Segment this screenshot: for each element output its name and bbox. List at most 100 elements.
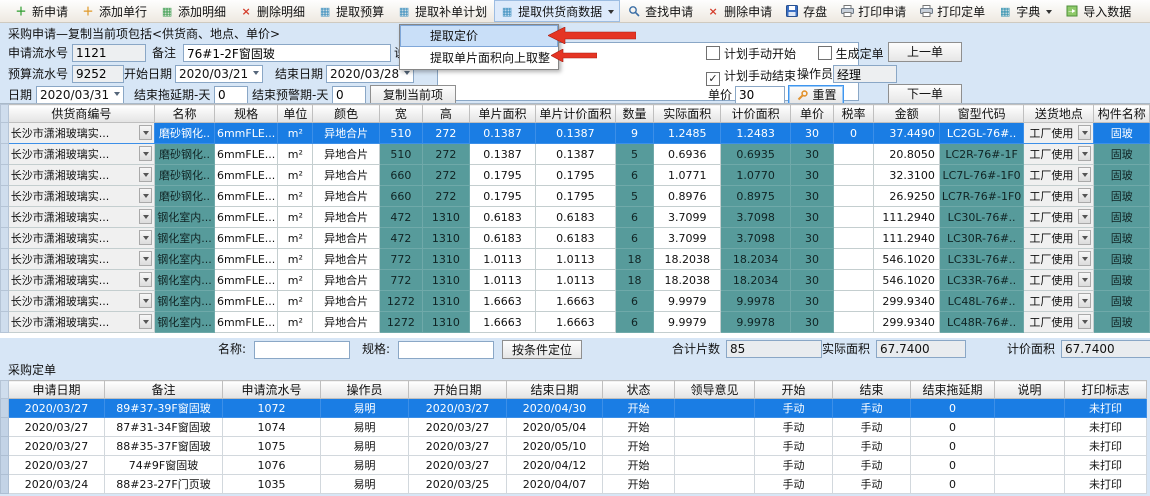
grid-cell[interactable]: 6mmFLE... — [214, 186, 277, 207]
column-header[interactable]: 金额 — [874, 105, 939, 123]
grid-cell[interactable]: 660 — [379, 186, 422, 207]
dictionary-button[interactable]: ▦字典 — [992, 0, 1058, 22]
grid-cell[interactable]: 2020/03/27 — [409, 399, 507, 418]
delete-request-button[interactable]: ×删除申请 — [700, 0, 778, 22]
grid-cell[interactable]: 长沙市潇湘玻璃实... — [8, 291, 154, 312]
grid-cell[interactable]: 26.9250 — [874, 186, 939, 207]
grid-cell[interactable]: 1.2483 — [721, 123, 791, 144]
grid-cell[interactable]: 1.0771 — [654, 165, 721, 186]
grid-cell[interactable]: 6mmFLE... — [214, 123, 277, 144]
table-row[interactable]: 长沙市潇湘玻璃实...钢化室内...6mmFLE...m²异地合片4721310… — [1, 207, 1150, 228]
grid-cell[interactable]: 772 — [379, 270, 422, 291]
grid-cell[interactable] — [675, 475, 755, 494]
request-no-field[interactable] — [72, 44, 146, 62]
grid-cell[interactable]: 472 — [379, 228, 422, 249]
row-selector-gutter[interactable] — [1, 228, 9, 249]
grid-cell[interactable]: 5 — [615, 144, 654, 165]
grid-cell[interactable]: m² — [278, 291, 313, 312]
grid-cell[interactable]: 18 — [615, 249, 654, 270]
grid-cell[interactable]: 1310 — [422, 228, 469, 249]
grid-cell[interactable]: 钢化室内... — [155, 291, 215, 312]
grid-cell[interactable]: 工厂使用 — [1024, 228, 1094, 249]
grid-cell[interactable]: 6mmFLE... — [214, 228, 277, 249]
grid-cell[interactable]: 固玻 — [1094, 144, 1150, 165]
grid-cell[interactable]: 0 — [911, 456, 995, 475]
grid-cell[interactable] — [675, 456, 755, 475]
grid-cell[interactable]: 6mmFLE... — [214, 270, 277, 291]
grid-cell[interactable]: 3.7098 — [721, 228, 791, 249]
grid-cell[interactable]: 6mmFLE... — [214, 291, 277, 312]
grid-cell[interactable]: 2020/03/27 — [9, 418, 105, 437]
add-detail-button[interactable]: ▦添加明细 — [154, 0, 232, 22]
grid-cell[interactable]: 6mmFLE... — [214, 144, 277, 165]
grid-cell[interactable]: 30 — [791, 123, 833, 144]
grid-cell[interactable]: 30 — [791, 249, 833, 270]
grid-cell[interactable]: 30 — [791, 186, 833, 207]
grid-cell[interactable]: 472 — [379, 207, 422, 228]
grid-cell[interactable]: 手动 — [833, 399, 911, 418]
grid-cell[interactable]: 272 — [422, 165, 469, 186]
grid-cell[interactable]: 长沙市潇湘玻璃实... — [8, 249, 154, 270]
grid-cell[interactable]: LC7L-76#-1F0 — [939, 165, 1023, 186]
grid-cell[interactable]: 18.2034 — [721, 249, 791, 270]
grid-cell[interactable]: 2020/03/27 — [9, 437, 105, 456]
grid-cell[interactable]: 0.1795 — [536, 186, 615, 207]
chevron-down-icon[interactable] — [139, 188, 152, 203]
start-date-picker[interactable]: 2020/03/21 — [175, 65, 263, 83]
grid-cell[interactable]: 1310 — [422, 270, 469, 291]
grid-cell[interactable]: 2020/03/27 — [409, 418, 507, 437]
column-header[interactable]: 备注 — [105, 381, 223, 399]
grid-cell[interactable]: 0.8975 — [721, 186, 791, 207]
grid-cell[interactable] — [995, 399, 1065, 418]
grid-cell[interactable]: 未打印 — [1065, 399, 1147, 418]
grid-cell[interactable]: 长沙市潇湘玻璃实... — [8, 165, 154, 186]
grid-cell[interactable]: 异地合片 — [313, 207, 379, 228]
row-selector-gutter[interactable] — [1, 270, 9, 291]
grid-cell[interactable]: 9.9978 — [721, 312, 791, 333]
chevron-down-icon[interactable] — [1078, 188, 1091, 203]
grid-cell[interactable]: 88#23-27F门页玻 — [105, 475, 223, 494]
grid-cell[interactable]: 开始 — [603, 399, 675, 418]
grid-cell[interactable]: 固玻 — [1094, 270, 1150, 291]
grid-cell[interactable]: 异地合片 — [313, 312, 379, 333]
column-header[interactable]: 单片计价面积 — [536, 105, 615, 123]
grid-cell[interactable]: LC2GL-76#.. — [939, 123, 1023, 144]
find-request-button[interactable]: 查找申请 — [621, 0, 699, 22]
add-row-button[interactable]: ＋添加单行 — [75, 0, 153, 22]
row-selector-gutter[interactable] — [1, 186, 9, 207]
grid-cell[interactable]: 长沙市潇湘玻璃实... — [8, 228, 154, 249]
grid-cell[interactable]: 易明 — [321, 456, 409, 475]
grid-cell[interactable]: 异地合片 — [313, 144, 379, 165]
grid-cell[interactable]: 手动 — [833, 456, 911, 475]
grid-cell[interactable] — [995, 456, 1065, 475]
grid-cell[interactable] — [995, 475, 1065, 494]
grid-cell[interactable]: 6 — [615, 228, 654, 249]
grid-cell[interactable]: 固玻 — [1094, 165, 1150, 186]
grid-cell[interactable]: 2020/03/25 — [409, 475, 507, 494]
grid-cell[interactable]: 2020/05/04 — [507, 418, 603, 437]
grid-cell[interactable]: 18.2034 — [721, 270, 791, 291]
grid-cell[interactable]: 772 — [379, 249, 422, 270]
column-header[interactable]: 开始日期 — [409, 381, 507, 399]
column-header[interactable]: 结束日期 — [507, 381, 603, 399]
grid-cell[interactable]: 工厂使用 — [1024, 207, 1094, 228]
table-row[interactable]: 长沙市潇湘玻璃实...磨砂钢化..6mmFLE...m²异地合片5102720.… — [1, 123, 1150, 144]
grid-cell[interactable]: 长沙市潇湘玻璃实... — [8, 186, 154, 207]
copy-current-button[interactable]: 复制当前项 — [370, 85, 456, 105]
grid-cell[interactable]: 88#35-37F窗固玻 — [105, 437, 223, 456]
grid-cell[interactable]: 工厂使用 — [1024, 249, 1094, 270]
grid-cell[interactable]: 272 — [422, 123, 469, 144]
grid-cell[interactable]: 易明 — [321, 437, 409, 456]
grid-cell[interactable]: 6mmFLE... — [214, 249, 277, 270]
grid-cell[interactable]: 1272 — [379, 291, 422, 312]
grid-cell[interactable]: 1272 — [379, 312, 422, 333]
grid-cell[interactable]: 开始 — [603, 437, 675, 456]
grid-cell[interactable]: 1.6663 — [469, 312, 535, 333]
grid-cell[interactable]: 2020/03/27 — [409, 437, 507, 456]
column-header[interactable]: 构件名称 — [1094, 105, 1150, 123]
grid-cell[interactable]: 0 — [911, 437, 995, 456]
row-selector-gutter[interactable] — [1, 207, 9, 228]
grid-cell[interactable]: 0 — [911, 475, 995, 494]
grid-cell[interactable]: 钢化室内... — [155, 228, 215, 249]
grid-cell[interactable]: 开始 — [603, 475, 675, 494]
